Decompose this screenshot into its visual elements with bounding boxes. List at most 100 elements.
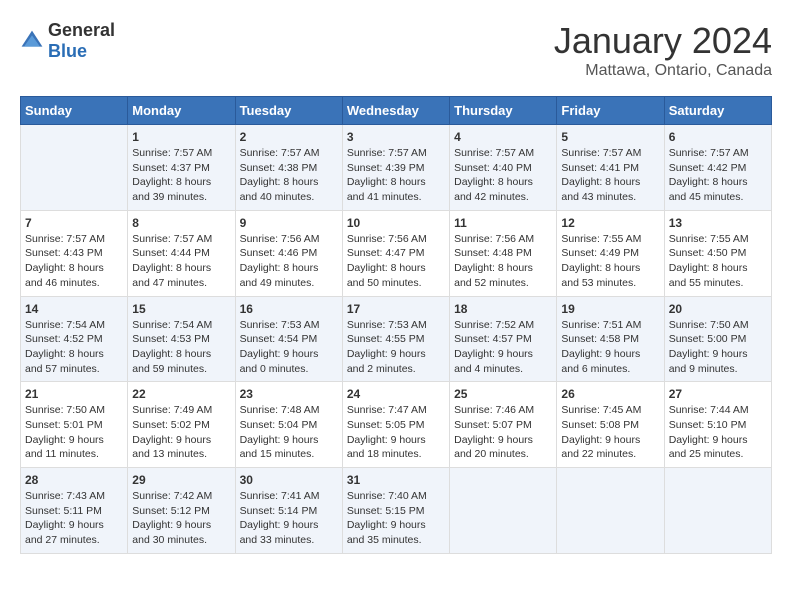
logo-blue: Blue <box>48 41 87 61</box>
daylight-text: Daylight: 9 hours and 6 minutes. <box>561 348 640 375</box>
day-info: Sunrise: 7:45 AMSunset: 5:08 PMDaylight:… <box>561 403 659 462</box>
calendar-cell: 26 Sunrise: 7:45 AMSunset: 5:08 PMDayligh… <box>557 382 664 468</box>
sunrise-text: Sunrise: 7:53 AM <box>240 319 320 331</box>
sunrise-text: Sunrise: 7:57 AM <box>25 233 105 245</box>
calendar-cell: 2Sunrise: 7:57 AMSunset: 4:38 PMDaylight… <box>235 125 342 211</box>
column-header-saturday: Saturday <box>664 97 771 125</box>
calendar-cell <box>557 468 664 554</box>
sunset-text: Sunset: 4:39 PM <box>347 162 425 174</box>
day-number: 20 <box>669 302 767 316</box>
sunset-text: Sunset: 5:15 PM <box>347 505 425 517</box>
day-info: Sunrise: 7:46 AMSunset: 5:07 PMDaylight:… <box>454 403 552 462</box>
calendar-cell: 8Sunrise: 7:57 AMSunset: 4:44 PMDaylight… <box>128 210 235 296</box>
day-number: 6 <box>669 130 767 144</box>
calendar-cell: 17Sunrise: 7:53 AMSunset: 4:55 PMDayligh… <box>342 296 449 382</box>
sunset-text: Sunset: 5:12 PM <box>132 505 210 517</box>
week-row-1: 1 Sunrise: 7:57 AMSunset: 4:37 PMDaylight… <box>21 125 772 211</box>
sunset-text: Sunset: 4:58 PM <box>561 333 639 345</box>
sunset-text: Sunset: 4:48 PM <box>454 247 532 259</box>
sunset-text: Sunset: 4:49 PM <box>561 247 639 259</box>
sunset-text: Sunset: 4:57 PM <box>454 333 532 345</box>
day-info: Sunrise: 7:54 AMSunset: 4:53 PMDaylight:… <box>132 318 230 377</box>
day-info: Sunrise: 7:55 AMSunset: 4:49 PMDaylight:… <box>561 232 659 291</box>
calendar-cell: 3 Sunrise: 7:57 AMSunset: 4:39 PMDaylight… <box>342 125 449 211</box>
day-info: Sunrise: 7:57 AMSunset: 4:39 PMDaylight:… <box>347 146 445 205</box>
calendar-cell: 11 Sunrise: 7:56 AMSunset: 4:48 PMDayligh… <box>450 210 557 296</box>
sunrise-text: Sunrise: 7:54 AM <box>132 319 212 331</box>
daylight-text: Daylight: 9 hours and 18 minutes. <box>347 434 426 461</box>
day-info: Sunrise: 7:50 AMSunset: 5:00 PMDaylight:… <box>669 318 767 377</box>
calendar-cell: 30Sunrise: 7:41 AMSunset: 5:14 PMDayligh… <box>235 468 342 554</box>
daylight-text: Daylight: 8 hours and 45 minutes. <box>669 176 748 203</box>
calendar-cell: 15Sunrise: 7:54 AMSunset: 4:53 PMDayligh… <box>128 296 235 382</box>
column-header-friday: Friday <box>557 97 664 125</box>
sunrise-text: Sunrise: 7:44 AM <box>669 404 749 416</box>
day-number: 11 <box>454 216 552 230</box>
daylight-text: Daylight: 8 hours and 50 minutes. <box>347 262 426 289</box>
daylight-text: Daylight: 8 hours and 39 minutes. <box>132 176 211 203</box>
daylight-text: Daylight: 9 hours and 35 minutes. <box>347 519 426 546</box>
day-info: Sunrise: 7:57 AMSunset: 4:42 PMDaylight:… <box>669 146 767 205</box>
sunset-text: Sunset: 4:55 PM <box>347 333 425 345</box>
day-number: 9 <box>240 216 338 230</box>
week-row-2: 7Sunrise: 7:57 AMSunset: 4:43 PMDaylight… <box>21 210 772 296</box>
calendar-cell <box>664 468 771 554</box>
day-number: 31 <box>347 473 445 487</box>
sunrise-text: Sunrise: 7:57 AM <box>132 147 212 159</box>
sunset-text: Sunset: 5:04 PM <box>240 419 318 431</box>
day-number: 5 <box>561 130 659 144</box>
day-number: 8 <box>132 216 230 230</box>
sunset-text: Sunset: 5:08 PM <box>561 419 639 431</box>
sunset-text: Sunset: 5:01 PM <box>25 419 103 431</box>
day-info: Sunrise: 7:57 AMSunset: 4:37 PMDaylight:… <box>132 146 230 205</box>
sunset-text: Sunset: 5:14 PM <box>240 505 318 517</box>
calendar-cell: 1 Sunrise: 7:57 AMSunset: 4:37 PMDaylight… <box>128 125 235 211</box>
page-header: General Blue January 2024 Mattawa, Ontar… <box>20 20 772 80</box>
sunrise-text: Sunrise: 7:46 AM <box>454 404 534 416</box>
sunrise-text: Sunrise: 7:50 AM <box>25 404 105 416</box>
sunset-text: Sunset: 4:53 PM <box>132 333 210 345</box>
sunrise-text: Sunrise: 7:55 AM <box>561 233 641 245</box>
day-number: 3 <box>347 130 445 144</box>
calendar-cell: 25Sunrise: 7:46 AMSunset: 5:07 PMDayligh… <box>450 382 557 468</box>
daylight-text: Daylight: 9 hours and 2 minutes. <box>347 348 426 375</box>
day-number: 26 <box>561 387 659 401</box>
day-number: 28 <box>25 473 123 487</box>
calendar-cell: 28Sunrise: 7:43 AMSunset: 5:11 PMDayligh… <box>21 468 128 554</box>
day-info: Sunrise: 7:57 AMSunset: 4:43 PMDaylight:… <box>25 232 123 291</box>
day-number: 14 <box>25 302 123 316</box>
calendar-cell: 13Sunrise: 7:55 AMSunset: 4:50 PMDayligh… <box>664 210 771 296</box>
sunrise-text: Sunrise: 7:55 AM <box>669 233 749 245</box>
day-number: 16 <box>240 302 338 316</box>
daylight-text: Daylight: 8 hours and 40 minutes. <box>240 176 319 203</box>
day-number: 19 <box>561 302 659 316</box>
calendar-cell: 10Sunrise: 7:56 AMSunset: 4:47 PMDayligh… <box>342 210 449 296</box>
day-number: 30 <box>240 473 338 487</box>
day-number: 17 <box>347 302 445 316</box>
day-info: Sunrise: 7:54 AMSunset: 4:52 PMDaylight:… <box>25 318 123 377</box>
sunset-text: Sunset: 4:44 PM <box>132 247 210 259</box>
daylight-text: Daylight: 8 hours and 46 minutes. <box>25 262 104 289</box>
day-info: Sunrise: 7:51 AMSunset: 4:58 PMDaylight:… <box>561 318 659 377</box>
day-info: Sunrise: 7:57 AMSunset: 4:41 PMDaylight:… <box>561 146 659 205</box>
daylight-text: Daylight: 8 hours and 47 minutes. <box>132 262 211 289</box>
sunset-text: Sunset: 5:11 PM <box>25 505 102 517</box>
day-number: 1 <box>132 130 230 144</box>
calendar-cell: 21Sunrise: 7:50 AMSunset: 5:01 PMDayligh… <box>21 382 128 468</box>
daylight-text: Daylight: 8 hours and 55 minutes. <box>669 262 748 289</box>
day-info: Sunrise: 7:56 AMSunset: 4:48 PMDaylight:… <box>454 232 552 291</box>
sunset-text: Sunset: 4:47 PM <box>347 247 425 259</box>
sunrise-text: Sunrise: 7:48 AM <box>240 404 320 416</box>
day-number: 10 <box>347 216 445 230</box>
logo-text: General Blue <box>48 20 115 62</box>
calendar-cell: 29Sunrise: 7:42 AMSunset: 5:12 PMDayligh… <box>128 468 235 554</box>
sunrise-text: Sunrise: 7:40 AM <box>347 490 427 502</box>
day-info: Sunrise: 7:49 AMSunset: 5:02 PMDaylight:… <box>132 403 230 462</box>
day-number: 24 <box>347 387 445 401</box>
calendar-cell: 27Sunrise: 7:44 AMSunset: 5:10 PMDayligh… <box>664 382 771 468</box>
calendar-cell: 16Sunrise: 7:53 AMSunset: 4:54 PMDayligh… <box>235 296 342 382</box>
daylight-text: Daylight: 9 hours and 13 minutes. <box>132 434 211 461</box>
day-info: Sunrise: 7:52 AMSunset: 4:57 PMDaylight:… <box>454 318 552 377</box>
daylight-text: Daylight: 9 hours and 9 minutes. <box>669 348 748 375</box>
logo: General Blue <box>20 20 115 62</box>
